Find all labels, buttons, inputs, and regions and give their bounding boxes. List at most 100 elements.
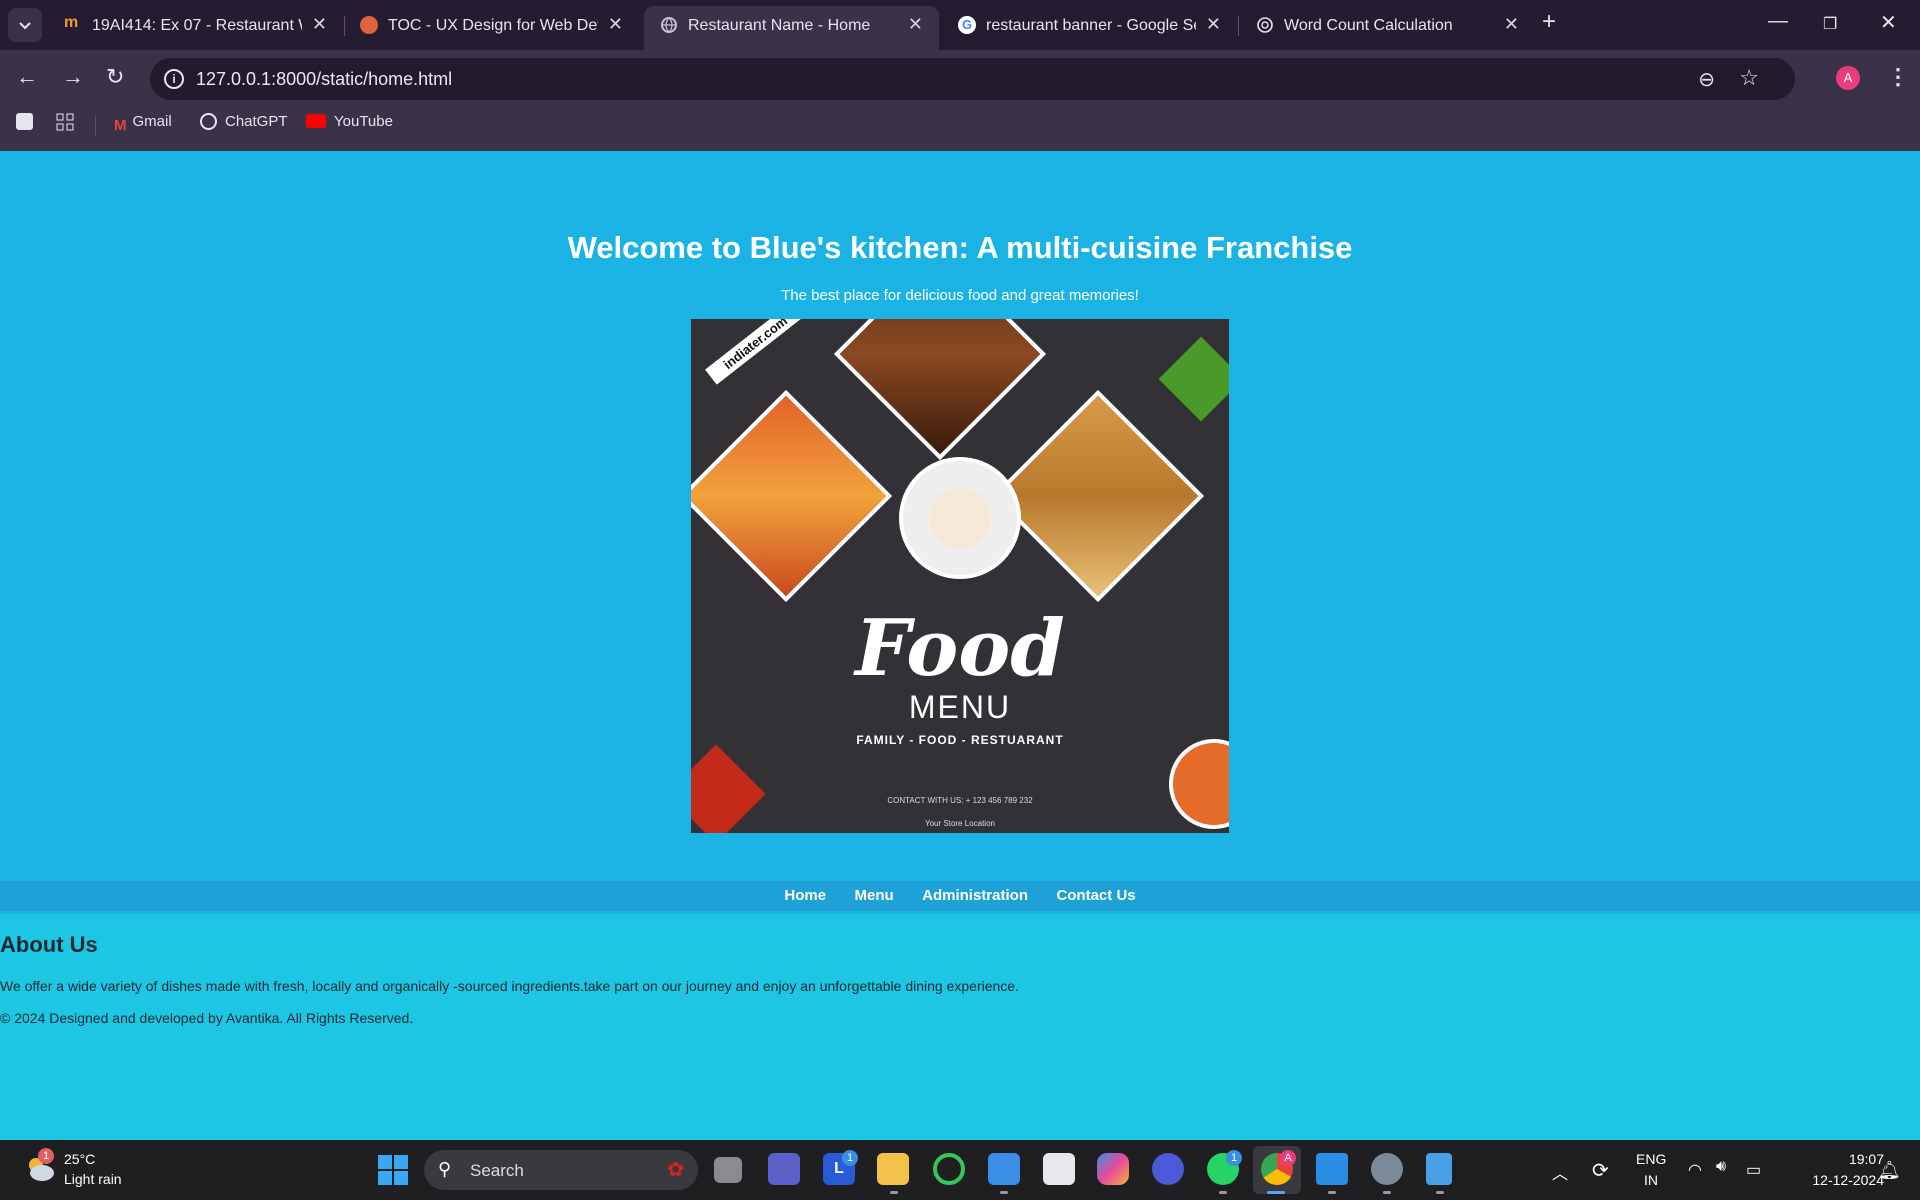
site-info-icon[interactable]: i	[164, 69, 184, 89]
page-title: Welcome to Blue's kitchen: A multi-cuisi…	[567, 230, 1353, 265]
tab-search-button[interactable]	[8, 8, 42, 42]
toast-photo	[991, 389, 1205, 603]
copilot-icon[interactable]	[1097, 1153, 1129, 1185]
nav-administration[interactable]: Administration	[922, 887, 1028, 904]
nav-menu[interactable]: Menu	[855, 887, 894, 904]
pasta-plate-decoration	[1169, 739, 1229, 829]
close-icon[interactable]: ✕	[608, 14, 623, 35]
tab-title: TOC - UX Design for Web Devel	[388, 17, 598, 34]
store-icon[interactable]	[1043, 1153, 1075, 1185]
banner-tagline: FAMILY - FOOD - RESTUARANT	[856, 733, 1064, 747]
close-icon[interactable]: ✕	[1504, 14, 1519, 35]
tab-restaurant-home[interactable]: Restaurant Name - Home ✕	[644, 6, 939, 50]
bookmark-label: YouTube	[334, 113, 393, 130]
url-text[interactable]: 127.0.0.1:8000/static/home.html	[196, 69, 452, 90]
bookmark-star-icon[interactable]: ☆	[1739, 65, 1759, 91]
close-window-button[interactable]: ✕	[1880, 10, 1897, 35]
volume-icon[interactable]: 🔊︎	[1716, 1158, 1726, 1176]
sync-icon[interactable]: ⟳	[1592, 1158, 1609, 1183]
youtube-icon	[306, 114, 326, 128]
task-view-icon[interactable]	[714, 1157, 742, 1183]
running-indicator	[1219, 1191, 1227, 1194]
zoom-icon[interactable]: ⊖	[1698, 67, 1715, 92]
site-icon	[360, 16, 378, 34]
restore-button[interactable]: ❐	[1823, 14, 1837, 34]
banner-subhead: MENU	[908, 689, 1012, 725]
new-tab-button[interactable]: +	[1542, 8, 1556, 36]
bookmark-youtube[interactable]: YouTube	[306, 113, 393, 130]
tab-title: restaurant banner - Google Sea	[986, 17, 1196, 34]
banner-location: Your Store Location	[925, 819, 995, 828]
chrome-profile-badge: A	[1280, 1150, 1296, 1166]
food-menu-banner: indiater.com Food MENU FAMILY - FOOD - R…	[691, 319, 1229, 833]
about-heading: About Us	[0, 932, 98, 957]
weather-condition[interactable]: Light rain	[64, 1171, 122, 1187]
watermark-logo: indiater.com	[705, 319, 806, 385]
tab-groups-icon[interactable]	[16, 113, 41, 130]
bookmark-gmail[interactable]: M Gmail	[114, 113, 172, 135]
running-indicator	[1000, 1191, 1008, 1194]
tab-word-count[interactable]: Word Count Calculation ✕	[1240, 6, 1535, 44]
tab-exercise[interactable]: m 19AI414: Ex 07 - Restaurant Web ✕	[48, 6, 343, 44]
moodle-icon: m	[64, 14, 79, 31]
tab-title: Word Count Calculation	[1284, 17, 1453, 34]
file-explorer-icon[interactable]	[877, 1153, 909, 1185]
clock-time[interactable]: 19:07	[1832, 1151, 1884, 1167]
browser-menu-icon[interactable]: ⋮	[1887, 64, 1909, 90]
minimize-button[interactable]: —	[1768, 10, 1788, 33]
running-indicator	[1436, 1191, 1444, 1194]
gmail-icon: M	[114, 117, 127, 134]
aviator-icon[interactable]	[1152, 1153, 1184, 1185]
tab-toc[interactable]: TOC - UX Design for Web Devel ✕	[344, 6, 639, 44]
taskbar-search[interactable]: ⚲ Search ✿	[424, 1150, 698, 1190]
back-button[interactable]: ←	[16, 64, 38, 90]
running-indicator	[890, 1191, 898, 1194]
tab-title: Restaurant Name - Home	[688, 17, 871, 34]
bookmark-chatgpt[interactable]: ChatGPT	[200, 113, 288, 130]
running-indicator	[1383, 1191, 1391, 1194]
language-indicator[interactable]: ENG	[1636, 1151, 1666, 1167]
bookmark-label: Gmail	[132, 113, 172, 130]
chevron-up-icon[interactable]: ︿	[1552, 1160, 1568, 1184]
nav-home[interactable]: Home	[784, 887, 826, 904]
windows-start-icon[interactable]	[378, 1155, 408, 1185]
banner-contact: CONTACT WITH US: + 123 456 789 232	[887, 796, 1033, 805]
l-app-badge: 1	[842, 1150, 858, 1166]
profile-avatar[interactable]: A	[1836, 66, 1860, 90]
running-indicator	[1328, 1191, 1336, 1194]
greens-decoration	[1158, 336, 1229, 422]
chevron-down-icon	[19, 22, 31, 30]
tab-google-search[interactable]: G restaurant banner - Google Sea ✕	[942, 6, 1237, 44]
forward-button[interactable]: →	[62, 64, 84, 90]
close-icon[interactable]: ✕	[1206, 14, 1221, 35]
vscode-icon[interactable]	[1316, 1153, 1348, 1185]
wifi-icon[interactable]: ◠	[1688, 1160, 1702, 1180]
battery-icon[interactable]: ▭	[1746, 1160, 1761, 1180]
nav-contact-us[interactable]: Contact Us	[1056, 887, 1135, 904]
notepad-icon[interactable]	[1426, 1153, 1452, 1185]
settings-icon[interactable]	[1371, 1153, 1403, 1185]
clock-date[interactable]: 12-12-2024	[1788, 1172, 1884, 1188]
chatgpt-icon	[1256, 16, 1274, 34]
tab-divider	[1238, 16, 1239, 36]
weather-badge: 1	[38, 1148, 54, 1164]
fruit-bowl-photo	[899, 457, 1021, 579]
bookmark-divider	[95, 116, 96, 136]
close-icon[interactable]: ✕	[312, 14, 327, 35]
apps-icon[interactable]	[56, 113, 74, 135]
meat-photo	[833, 319, 1047, 461]
search-icon: ⚲	[438, 1159, 452, 1179]
copyright-text: © 2024 Designed and developed by Avantik…	[0, 1010, 414, 1026]
notification-bell-icon[interactable]: 🔔︎	[1878, 1160, 1901, 1181]
about-text: We offer a wide variety of dishes made w…	[0, 978, 1019, 994]
photos-icon[interactable]	[988, 1153, 1020, 1185]
teams-icon[interactable]	[768, 1153, 800, 1185]
address-bar[interactable]: i 127.0.0.1:8000/static/home.html ⊖ ☆	[150, 58, 1795, 100]
region-indicator[interactable]: IN	[1644, 1172, 1658, 1188]
weather-temp[interactable]: 25°C	[64, 1151, 95, 1167]
reload-button[interactable]: ↻	[106, 64, 124, 90]
poinsettia-icon: ✿	[667, 1159, 684, 1181]
refresh-app-icon[interactable]	[933, 1153, 965, 1185]
close-icon[interactable]: ✕	[908, 14, 923, 35]
banner-headline: Food	[855, 603, 1065, 694]
